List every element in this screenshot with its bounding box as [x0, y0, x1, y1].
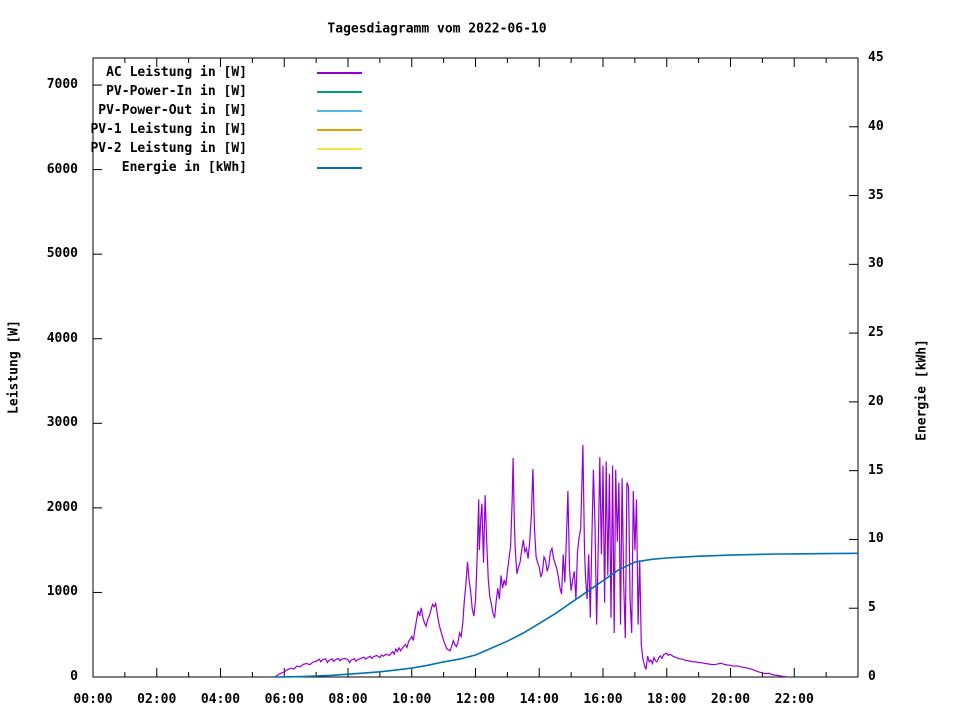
y-right-axis-label: Energie [kWh]: [914, 339, 930, 441]
y-left-tick-label: 4000: [46, 330, 78, 346]
y-left-tick-label: 0: [70, 669, 78, 684]
legend-line-sample: [317, 72, 362, 74]
legend-line-sample: [317, 129, 362, 131]
legend-line-sample: [317, 167, 362, 169]
x-tick-label: 00:00: [73, 692, 113, 707]
y-right-tick-label: 40: [868, 118, 884, 134]
y-left-tick-label: 2000: [46, 499, 78, 515]
y-left-tick-label: 5000: [46, 246, 78, 262]
y-left-tick-label: 1000: [46, 584, 78, 600]
x-tick-label: 12:00: [455, 692, 496, 707]
x-tick-label: 14:00: [519, 692, 559, 707]
chart-canvas: Tagesdiagramm vom 2022-06-10 Leistung [W…: [0, 0, 960, 720]
legend-line-sample: [317, 91, 362, 93]
y-right-tick-label: 35: [868, 187, 884, 203]
x-tick-label: 02:00: [137, 692, 177, 707]
y-right-tick-label: 0: [868, 669, 876, 684]
chart-title: Tagesdiagramm vom 2022-06-10: [327, 21, 547, 37]
y-left-tick-label: 3000: [46, 415, 78, 431]
legend-line-sample: [317, 148, 362, 150]
x-tick-label: 04:00: [200, 692, 241, 707]
y-left-tick-label: 7000: [46, 77, 78, 93]
x-tick-label: 06:00: [264, 692, 304, 707]
x-tick-label: 20:00: [710, 692, 751, 707]
y-left-tick-label: 6000: [46, 161, 78, 177]
x-tick-label: 22:00: [774, 692, 814, 707]
legend-line-sample: [317, 110, 362, 112]
x-tick-label: 16:00: [583, 692, 623, 707]
y-right-tick-label: 5: [868, 600, 876, 616]
y-right-tick-label: 45: [868, 50, 884, 65]
legend-label: PV-Power-Out in [W]: [98, 103, 247, 118]
y-right-tick-label: 25: [868, 325, 884, 341]
y-right-tick-label: 20: [868, 393, 884, 409]
x-tick-label: 18:00: [647, 692, 687, 707]
y-right-tick-label: 10: [868, 531, 884, 547]
y-right-tick-label: 15: [868, 462, 884, 478]
series-left: [274, 444, 787, 678]
x-tick-label: 10:00: [392, 692, 432, 707]
x-tick-label: 08:00: [328, 692, 368, 707]
legend-label: PV-2 Leistung in [W]: [90, 141, 247, 156]
y-right-tick-label: 30: [868, 256, 884, 272]
legend-label: PV-1 Leistung in [W]: [90, 122, 247, 137]
